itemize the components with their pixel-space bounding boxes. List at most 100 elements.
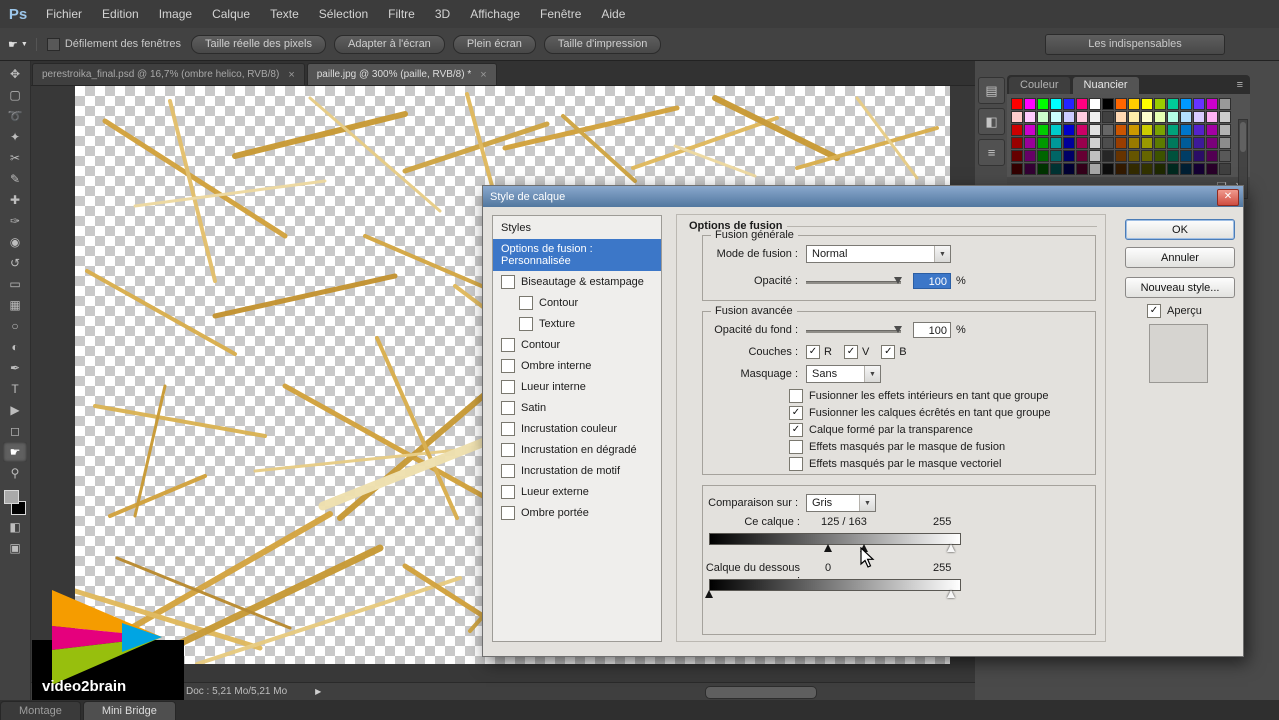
- color-swatch[interactable]: [1167, 150, 1179, 162]
- checkbox-icon[interactable]: ✓: [881, 345, 896, 359]
- color-swatch[interactable]: [1115, 111, 1127, 123]
- checkbox-icon[interactable]: [501, 275, 515, 289]
- checkbox-icon[interactable]: [789, 440, 803, 454]
- opacity-slider-thumb[interactable]: [894, 276, 902, 284]
- close-icon[interactable]: ✕: [1217, 189, 1239, 206]
- color-swatch[interactable]: [1206, 163, 1218, 175]
- color-swatch[interactable]: [1102, 137, 1114, 149]
- options-button-taille-reelle-des-pixels[interactable]: Taille réelle des pixels: [190, 34, 326, 54]
- checkbox-icon[interactable]: [501, 422, 515, 436]
- color-swatch[interactable]: [1128, 98, 1140, 110]
- opacity-value-field[interactable]: 100: [913, 273, 951, 289]
- color-swatch[interactable]: [1011, 163, 1023, 175]
- checkbox-icon[interactable]: [789, 457, 803, 471]
- color-swatch[interactable]: [1141, 163, 1153, 175]
- color-swatch[interactable]: [1193, 137, 1205, 149]
- horizontal-scrollbar-thumb[interactable]: [705, 686, 818, 699]
- style-item-satin[interactable]: Satin: [493, 397, 661, 418]
- bottom-tab-montage[interactable]: Montage: [0, 701, 81, 720]
- color-swatch[interactable]: [1102, 111, 1114, 123]
- opacity-slider[interactable]: [806, 275, 902, 288]
- color-swatch[interactable]: [1141, 124, 1153, 136]
- checkbox-icon[interactable]: [519, 296, 533, 310]
- color-swatch[interactable]: [1180, 163, 1192, 175]
- color-swatch[interactable]: [1076, 163, 1088, 175]
- color-swatch[interactable]: [1167, 137, 1179, 149]
- menu-selection[interactable]: Sélection: [309, 0, 378, 28]
- blend-mode-dropdown[interactable]: Normal ▼: [806, 245, 951, 263]
- color-swatch[interactable]: [1141, 137, 1153, 149]
- color-swatch[interactable]: [1011, 111, 1023, 123]
- healing-brush-tool-icon[interactable]: ✚: [3, 190, 27, 210]
- type-tool-icon[interactable]: T: [3, 379, 27, 399]
- checkbox-icon[interactable]: [501, 380, 515, 394]
- color-swatch[interactable]: [1024, 150, 1036, 162]
- marquee-tool-icon[interactable]: ▢: [3, 85, 27, 105]
- advanced-option-effets-masques-par-le-masque-de-fusion[interactable]: Effets masqués par le masque de fusion: [789, 440, 1095, 454]
- options-button-adapter-a-l-ecran[interactable]: Adapter à l'écran: [333, 34, 445, 54]
- color-swatch[interactable]: [1050, 150, 1062, 162]
- checkbox-icon[interactable]: ✓: [789, 423, 803, 437]
- color-swatch[interactable]: [1206, 150, 1218, 162]
- color-swatch[interactable]: [1037, 111, 1049, 123]
- color-swatch[interactable]: [1115, 137, 1127, 149]
- color-swatch[interactable]: [1102, 163, 1114, 175]
- color-panel-icon[interactable]: ▤: [978, 77, 1005, 104]
- checkbox-icon[interactable]: [501, 464, 515, 478]
- color-swatch[interactable]: [1076, 137, 1088, 149]
- color-swatch[interactable]: [1102, 98, 1114, 110]
- menu-filtre[interactable]: Filtre: [378, 0, 425, 28]
- zoom-tool-icon[interactable]: ⚲: [3, 463, 27, 483]
- checkbox-icon[interactable]: [46, 37, 60, 51]
- style-item-contour[interactable]: Contour: [493, 292, 661, 313]
- color-swatch[interactable]: [1128, 163, 1140, 175]
- color-swatch[interactable]: [1167, 124, 1179, 136]
- color-swatch[interactable]: [1167, 111, 1179, 123]
- color-swatch[interactable]: [1089, 124, 1101, 136]
- style-item-incrustation-de-motif[interactable]: Incrustation de motif: [493, 460, 661, 481]
- color-swatch[interactable]: [1115, 150, 1127, 162]
- color-swatch[interactable]: [1076, 150, 1088, 162]
- color-swatch[interactable]: [1102, 150, 1114, 162]
- color-swatch[interactable]: [1180, 150, 1192, 162]
- color-swatch[interactable]: [1063, 150, 1075, 162]
- color-swatch[interactable]: [1180, 111, 1192, 123]
- color-swatch[interactable]: [1193, 98, 1205, 110]
- color-swatch[interactable]: [1037, 137, 1049, 149]
- color-swatch[interactable]: [1037, 124, 1049, 136]
- workspace-switcher[interactable]: Les indispensables: [1045, 33, 1225, 55]
- blur-tool-icon[interactable]: ○: [3, 316, 27, 336]
- lasso-tool-icon[interactable]: ➰: [3, 106, 27, 126]
- quick-mask-icon[interactable]: ◧: [3, 517, 27, 537]
- menu-aide[interactable]: Aide: [591, 0, 635, 28]
- color-swatch[interactable]: [1050, 98, 1062, 110]
- menu-affichage[interactable]: Affichage: [460, 0, 530, 28]
- style-item-contour[interactable]: Contour: [493, 334, 661, 355]
- menu-calque[interactable]: Calque: [202, 0, 260, 28]
- checkbox-icon[interactable]: [501, 443, 515, 457]
- color-swatch[interactable]: [1219, 137, 1231, 149]
- crop-tool-icon[interactable]: ✂: [3, 148, 27, 168]
- move-tool-icon[interactable]: ✥: [3, 64, 27, 84]
- color-swatch[interactable]: [1063, 98, 1075, 110]
- shape-tool-icon[interactable]: ◻: [3, 421, 27, 441]
- color-swatch[interactable]: [1154, 111, 1166, 123]
- color-swatch[interactable]: [1180, 137, 1192, 149]
- color-swatch[interactable]: [1219, 98, 1231, 110]
- color-swatch[interactable]: [1063, 163, 1075, 175]
- color-swatch[interactable]: [1115, 98, 1127, 110]
- color-swatch[interactable]: [1024, 111, 1036, 123]
- styles-selected-item[interactable]: Options de fusion : Personnalisée: [493, 239, 661, 271]
- close-icon[interactable]: ×: [288, 69, 294, 81]
- adjustments-panel-icon[interactable]: ◧: [978, 108, 1005, 135]
- color-swatch[interactable]: [1050, 137, 1062, 149]
- cancel-button[interactable]: Annuler: [1125, 247, 1235, 268]
- color-swatch[interactable]: [1141, 111, 1153, 123]
- brush-tool-icon[interactable]: ✑: [3, 211, 27, 231]
- ok-button[interactable]: OK: [1125, 219, 1235, 240]
- dialog-title-bar[interactable]: Style de calque ✕: [483, 186, 1243, 207]
- checkbox-icon[interactable]: [789, 389, 803, 403]
- advanced-option-fusionner-les-effets-interieurs-en-tan[interactable]: Fusionner les effets intérieurs en tant …: [789, 389, 1095, 403]
- color-swatch[interactable]: [1024, 98, 1036, 110]
- quick-selection-tool-icon[interactable]: ✦: [3, 127, 27, 147]
